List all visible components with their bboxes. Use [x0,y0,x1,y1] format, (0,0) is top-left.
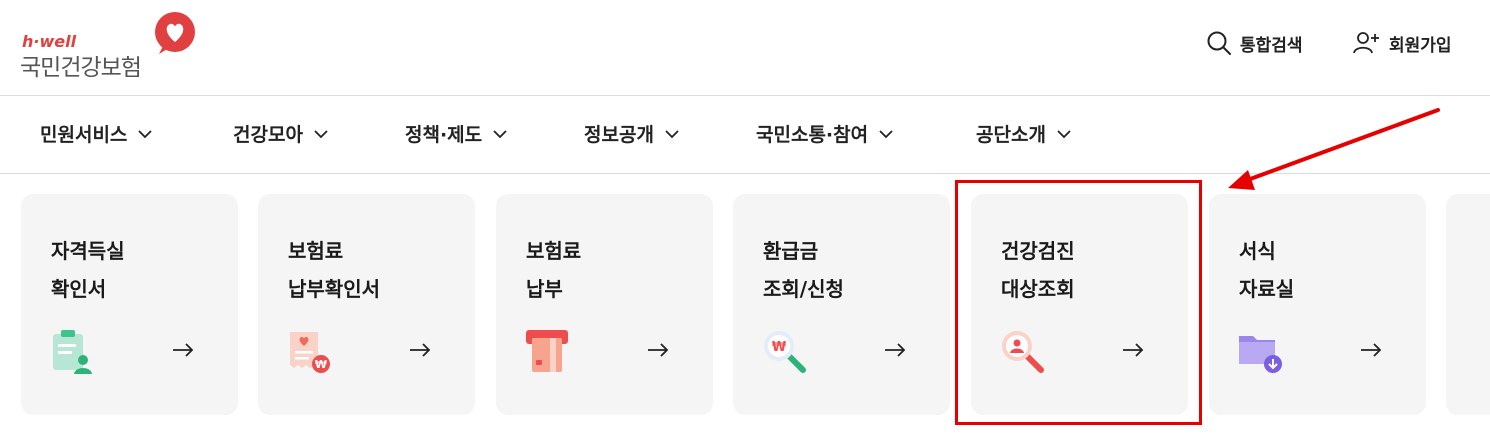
card-title-line1: 자격득실 [51,239,125,263]
site-header: h·well 국민건강보험 통합검색 회원가입 [0,0,1490,96]
card-payment-icon [526,330,568,372]
card-title: 보험료 납부확인서 [288,232,380,308]
card-title-line2: 자료실 [1239,277,1295,301]
folder-download-icon [1239,336,1282,373]
card-title-line2: 조회/신청 [763,277,844,301]
card-title: 자격득실 확인서 [51,232,125,308]
nav-item-label: 건강모아 [233,124,303,146]
unified-search-label: 통합검색 [1240,35,1303,56]
card-title: 보험료 납부 [526,232,581,308]
arrow-right-icon [1361,343,1382,357]
user-plus-icon [1353,32,1379,54]
card-forms-library[interactable]: 서식 자료실 [1209,194,1426,415]
card-title-line2: 확인서 [51,277,107,301]
unified-search-button[interactable]: 통합검색 [1206,28,1303,58]
card-title-line1: 서식 [1239,239,1276,263]
card-title: 환급금 조회/신청 [763,232,844,308]
card-partial-next[interactable] [1446,194,1490,415]
nav-item-label: 정책·제도 [405,124,483,146]
heart-logo-icon [155,12,195,54]
nav-item-communication[interactable]: 국민소통·참여 [756,120,894,147]
nhis-logo[interactable]: h·well 국민건강보험 [20,12,200,82]
card-qualification-certificate[interactable]: 자격득실 확인서 [21,194,238,415]
refund-search-icon: ₩ [764,331,806,373]
logo-title: 국민건강보험 [20,55,142,81]
highlight-box [955,180,1202,425]
card-title-line1: 보험료 [288,239,344,263]
nav-item-label: 민원서비스 [40,124,128,146]
nav-item-label: 국민소통·참여 [756,124,869,146]
chevron-down-icon [1057,129,1071,138]
card-title-line1: 환급금 [763,239,819,263]
chevron-down-icon [879,129,893,138]
chevron-down-icon [314,129,328,138]
receipt-heart-icon: ₩ [290,332,330,373]
search-icon [1207,31,1231,55]
card-title-line2: 납부확인서 [288,277,380,301]
nav-item-label: 정보공개 [584,124,654,146]
chevron-down-icon [665,129,679,138]
nav-item-info-disclosure[interactable]: 정보공개 [584,120,680,147]
chevron-down-icon [493,129,507,138]
nav-item-label: 공단소개 [976,124,1046,146]
nav-item-health-moa[interactable]: 건강모아 [233,120,329,147]
card-premium-payment-certificate[interactable]: 보험료 납부확인서 ₩ [258,194,475,415]
nav-item-about[interactable]: 공단소개 [976,120,1072,147]
quick-service-cards: 자격득실 확인서 보험료 납부확인서 ₩ 보험료 납부 환급금 조회/신청 ₩ … [0,194,1490,416]
card-title-line2: 납부 [526,277,563,301]
arrow-right-icon [173,343,194,357]
sign-up-label: 회원가입 [1389,35,1452,56]
svg-text:₩: ₩ [772,340,787,355]
chevron-down-icon [138,129,153,138]
card-refund-inquiry[interactable]: 환급금 조회/신청 ₩ [733,194,950,415]
sign-up-button[interactable]: 회원가입 [1353,28,1452,58]
arrow-right-icon [410,343,431,357]
certificate-user-icon [53,330,92,374]
nav-item-policy[interactable]: 정책·제도 [405,120,508,147]
arrow-right-icon [648,343,669,357]
svg-text:₩: ₩ [315,358,327,371]
card-premium-payment[interactable]: 보험료 납부 [496,194,713,415]
arrow-right-icon [885,343,906,357]
annotation-arrow-icon [1228,108,1440,190]
nav-item-civil-service[interactable]: 민원서비스 [40,120,153,147]
card-title: 서식 자료실 [1239,232,1294,308]
card-title-line1: 보험료 [526,239,582,263]
